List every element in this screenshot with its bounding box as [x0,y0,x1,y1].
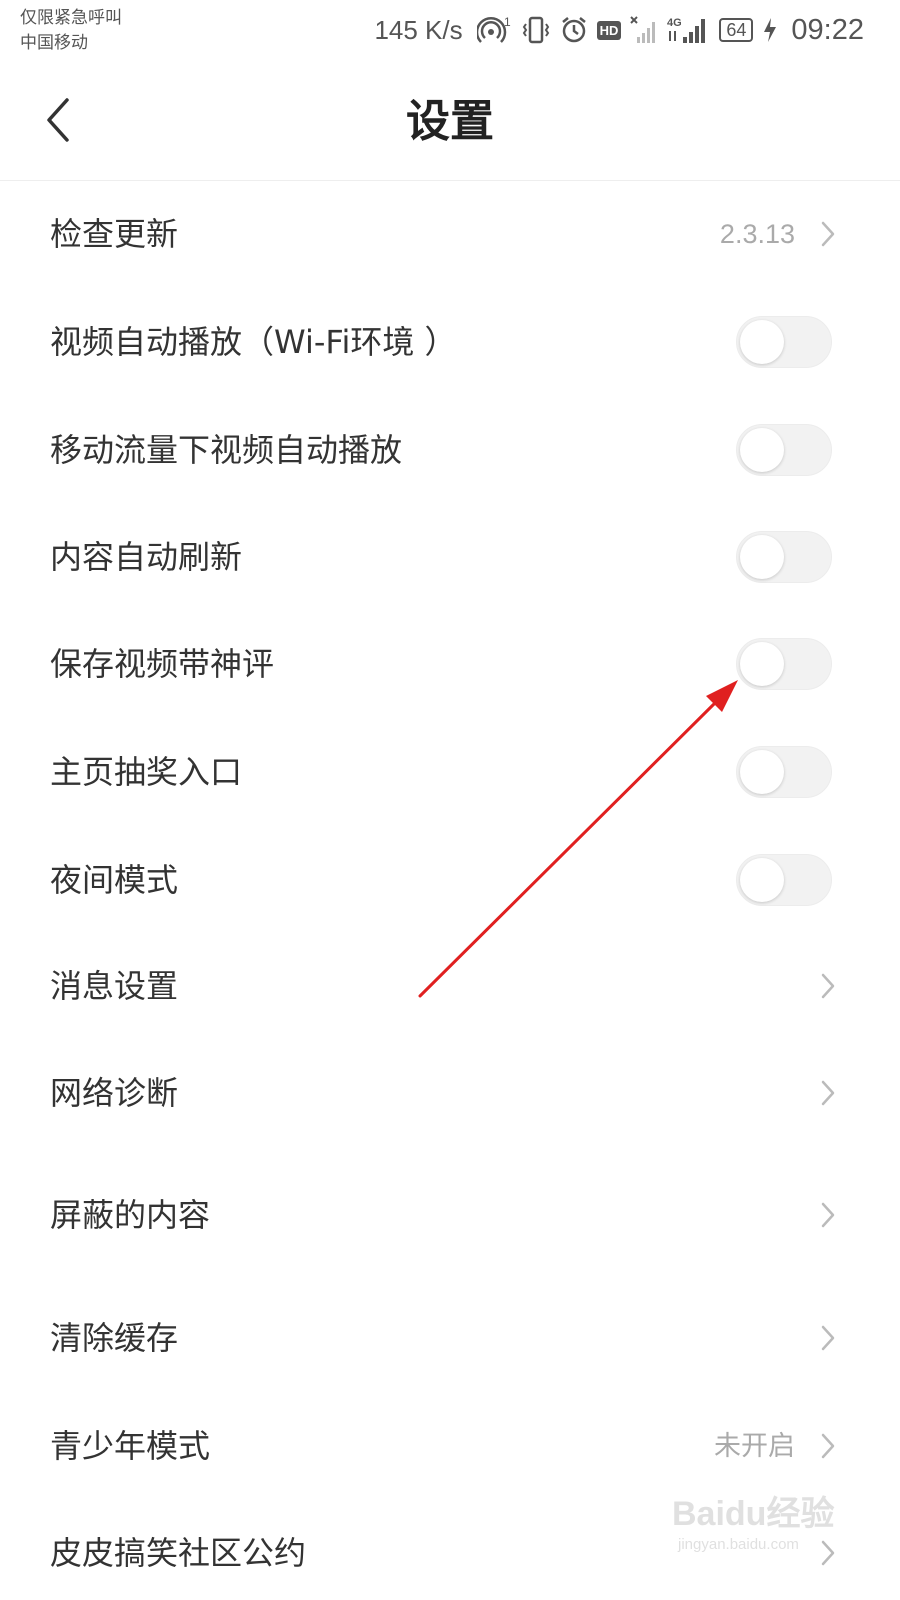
chevron-right-icon [821,973,835,999]
watermark-brand: Baidu经验 [672,1495,835,1533]
alarm-icon [559,15,589,45]
toggle-knob [740,750,784,794]
setting-label: 保存视频带神评 [50,645,275,683]
toggle-switch[interactable] [736,424,832,476]
carrier-name: 中国移动 [20,33,88,53]
setting-label: 视频自动播放（Wi-Fi环境 ） [50,323,457,361]
setting-youth-mode[interactable]: 青少年模式 未开启 [0,1401,900,1491]
setting-night-mode[interactable]: 夜间模式 [0,835,900,925]
watermark-url: jingyan.baidu.com [678,1536,799,1553]
chevron-right-icon [821,1325,835,1351]
status-icons: 145 K/s 1 HD 4G 64 09:22 [374,10,864,50]
charging-icon [761,15,779,45]
setting-blocked-content[interactable]: 屏蔽的内容 [0,1170,900,1260]
signal-4g-icon: 4G [667,15,711,45]
hotspot-badge: 1 [504,15,511,29]
chevron-right-icon [821,1433,835,1459]
setting-label: 内容自动刷新 [50,538,243,576]
vibrate-icon [521,15,551,45]
toggle-knob [740,428,784,472]
chevron-right-icon [821,1080,835,1106]
status-time: 09:22 [791,13,864,46]
setting-label: 移动流量下视频自动播放 [50,431,403,469]
toggle-switch[interactable] [736,746,832,798]
carrier-info: 仅限紧急呼叫 中国移动 [20,6,122,56]
toggle-switch[interactable] [736,638,832,690]
battery-icon: 64 [719,18,754,42]
baidu-watermark: Baidu经验 jingyan.baidu.com [672,1486,852,1566]
toggle-switch[interactable] [736,854,832,906]
title-bar: 设置 [0,62,900,181]
setting-message[interactable]: 消息设置 [0,941,900,1031]
no-signal-icon [629,15,659,45]
setting-video-autoplay-wifi[interactable]: 视频自动播放（Wi-Fi环境 ） [0,297,900,387]
setting-clear-cache[interactable]: 清除缓存 [0,1293,900,1383]
setting-label: 屏蔽的内容 [50,1196,211,1234]
setting-label: 消息设置 [50,967,179,1005]
setting-label: 青少年模式 [50,1427,211,1465]
setting-save-video-comment[interactable]: 保存视频带神评 [0,619,900,709]
setting-label: 皮皮搞笑社区公约 [50,1534,307,1572]
setting-network-diagnosis[interactable]: 网络诊断 [0,1048,900,1138]
toggle-switch[interactable] [736,531,832,583]
settings-screen: 仅限紧急呼叫 中国移动 145 K/s 1 HD 4G 64 09:22 设置 … [0,0,900,1600]
setting-video-autoplay-mobile[interactable]: 移动流量下视频自动播放 [0,405,900,495]
setting-label: 清除缓存 [50,1319,179,1357]
setting-content-autorefresh[interactable]: 内容自动刷新 [0,512,900,602]
chevron-right-icon [821,1202,835,1228]
hotspot-icon: 1 [476,15,513,45]
hd-icon: HD [596,20,622,40]
chevron-right-icon [821,221,835,247]
setting-label: 检查更新 [50,215,179,253]
carrier-emergency-text: 仅限紧急呼叫 [20,8,122,28]
toggle-knob [740,535,784,579]
setting-label: 网络诊断 [50,1074,179,1112]
toggle-knob [740,858,784,902]
toggle-knob [740,642,784,686]
network-speed: 145 K/s [374,14,463,45]
setting-label: 主页抽奖入口 [50,753,243,791]
toggle-switch[interactable] [736,316,832,368]
network-type-label: 4G [667,17,682,29]
setting-lottery-entry[interactable]: 主页抽奖入口 [0,727,900,817]
version-value: 2.3.13 [719,219,795,249]
setting-check-update[interactable]: 检查更新 2.3.13 [0,189,900,279]
youth-mode-status: 未开启 [714,1431,795,1461]
status-bar: 仅限紧急呼叫 中国移动 145 K/s 1 HD 4G 64 09:22 [0,0,900,62]
page-title: 设置 [406,96,494,147]
toggle-knob [740,320,784,364]
setting-label: 夜间模式 [50,861,179,899]
